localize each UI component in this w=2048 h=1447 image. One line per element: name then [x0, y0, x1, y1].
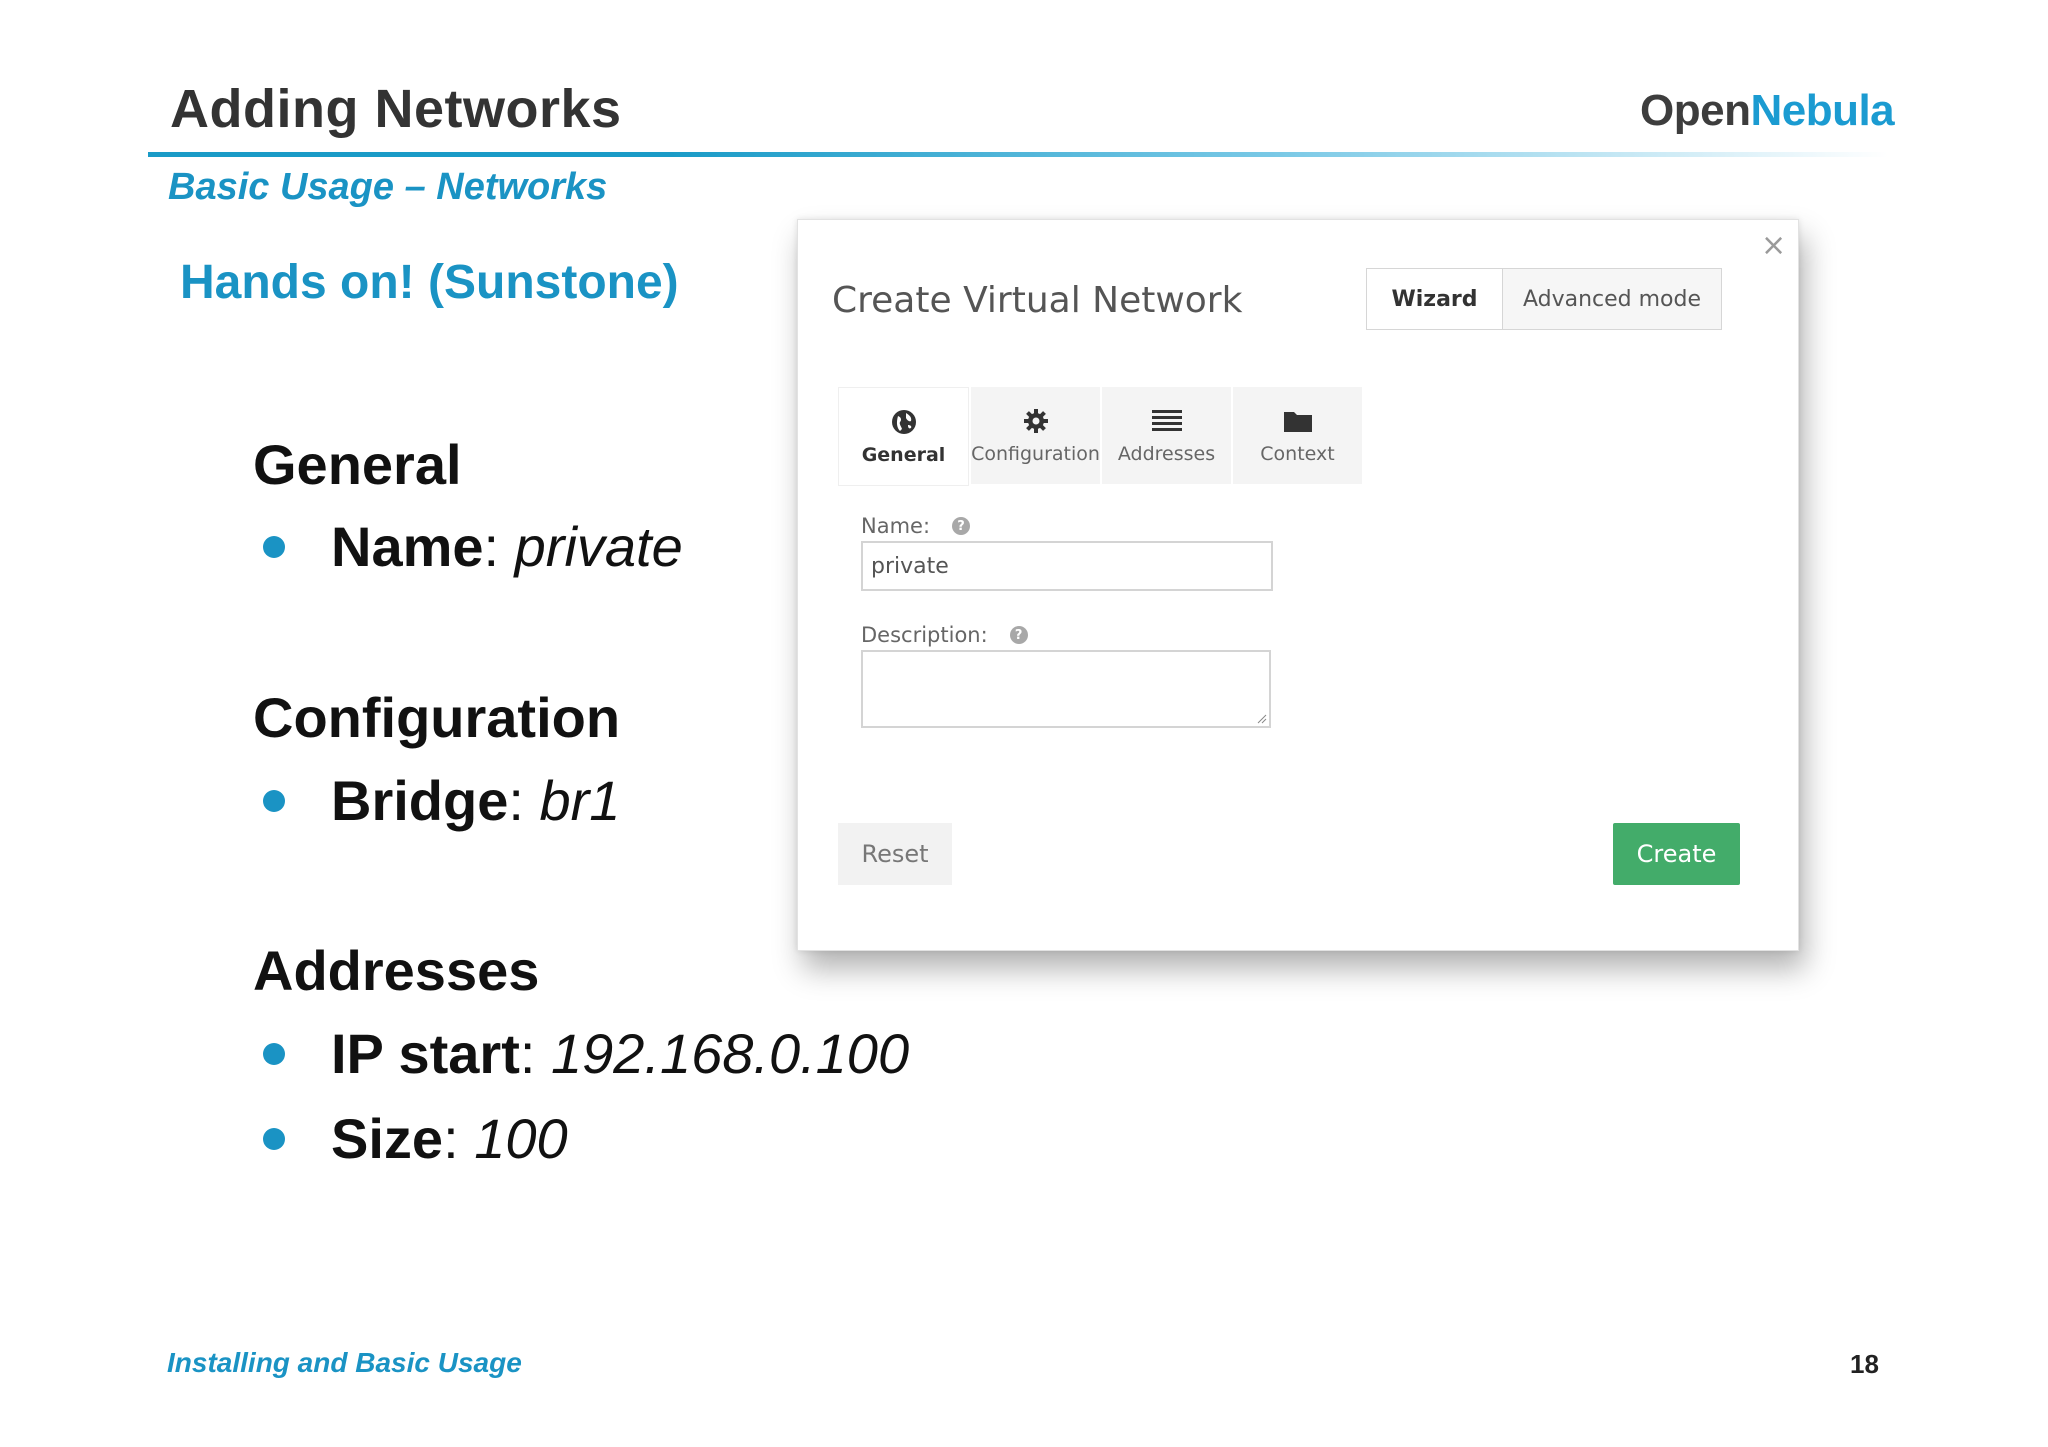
- bullet-value: private: [514, 515, 683, 578]
- dialog-title: Create Virtual Network: [832, 280, 1243, 321]
- name-input[interactable]: private: [861, 541, 1273, 591]
- tab-context[interactable]: Context: [1233, 387, 1362, 484]
- advanced-mode-button[interactable]: Advanced mode: [1503, 269, 1721, 329]
- bullet-key: Size: [331, 1107, 444, 1170]
- reset-button[interactable]: Reset: [838, 823, 952, 885]
- section-heading-general: General: [253, 433, 462, 496]
- name-label: Name: ?: [861, 514, 971, 538]
- bullet-key: Name: [331, 515, 484, 578]
- bullet-key: Bridge: [331, 769, 509, 832]
- bullet-separator: :: [443, 1107, 475, 1170]
- opennebula-logo: OpenNebula: [1640, 86, 1895, 136]
- wizard-tabs: General Configuration Addresses Context: [838, 387, 1364, 486]
- logo-text-nebula: Nebula: [1750, 86, 1895, 135]
- section-heading-configuration: Configuration: [253, 686, 621, 749]
- create-button[interactable]: Create: [1613, 823, 1740, 885]
- page-number: 18: [1850, 1349, 1879, 1379]
- bullet-item-size: Size: 100: [253, 1106, 568, 1171]
- close-icon[interactable]: ×: [1761, 228, 1786, 263]
- bullet-value: br1: [539, 769, 621, 832]
- description-textarea[interactable]: [861, 650, 1271, 728]
- wizard-button[interactable]: Wizard: [1367, 269, 1503, 329]
- title-divider: [148, 152, 1888, 157]
- tab-addresses[interactable]: Addresses: [1102, 387, 1231, 484]
- bullet-separator: :: [519, 1022, 551, 1085]
- tab-configuration[interactable]: Configuration: [971, 387, 1100, 484]
- bullet-separator: :: [483, 515, 515, 578]
- help-icon[interactable]: ?: [1009, 626, 1028, 644]
- bullet-value: 192.168.0.100: [550, 1022, 910, 1085]
- help-icon[interactable]: ?: [952, 517, 971, 535]
- bullet-value: 100: [474, 1107, 568, 1170]
- bullet-dot: [263, 1042, 285, 1065]
- gear-icon: [1023, 408, 1048, 433]
- folder-icon: [1283, 411, 1312, 432]
- bullet-dot: [263, 535, 285, 558]
- slide-title: Adding Networks: [170, 79, 622, 139]
- description-label: Description: ?: [861, 623, 1028, 647]
- bullet-key: IP start: [331, 1022, 520, 1085]
- slide-subtitle: Basic Usage – Networks: [168, 166, 608, 208]
- bullet-dot: [263, 789, 285, 812]
- description-label-text: Description:: [861, 623, 988, 647]
- bullet-item-bridge: Bridge: br1: [253, 768, 620, 833]
- mode-switch: Wizard Advanced mode: [1366, 268, 1722, 330]
- logo-text-open: Open: [1640, 86, 1751, 135]
- tab-label: Configuration: [971, 442, 1100, 465]
- bullet-dot: [263, 1127, 285, 1150]
- section-heading-addresses: Addresses: [253, 939, 540, 1002]
- create-virtual-network-dialog: × Create Virtual Network Wizard Advanced…: [797, 219, 1799, 951]
- tab-label: Context: [1260, 442, 1335, 465]
- hands-on-heading: Hands on! (Sunstone): [180, 256, 679, 309]
- bullet-item-ip-start: IP start: 192.168.0.100: [253, 1021, 909, 1086]
- resize-handle-icon[interactable]: [1257, 714, 1267, 724]
- footer-course-title: Installing and Basic Usage: [167, 1347, 522, 1378]
- list-icon: [1151, 409, 1182, 431]
- bullet-item-name: Name: private: [253, 514, 683, 579]
- globe-icon: [891, 409, 916, 434]
- tab-label: Addresses: [1117, 442, 1216, 465]
- bullet-separator: :: [508, 769, 540, 832]
- tab-label: General: [861, 443, 946, 466]
- name-label-text: Name:: [861, 514, 931, 538]
- tab-general[interactable]: General: [838, 387, 969, 486]
